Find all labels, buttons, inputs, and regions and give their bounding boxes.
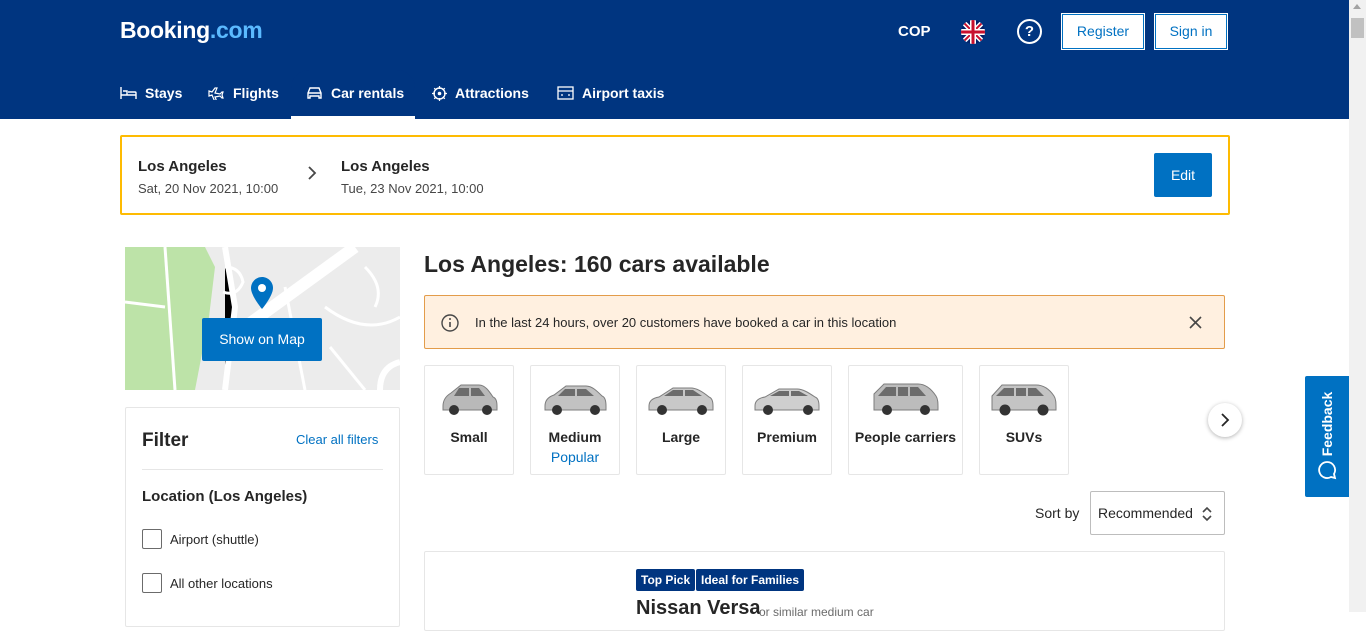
nav-active-indicator xyxy=(291,116,415,119)
help-icon[interactable]: ? xyxy=(1017,19,1042,44)
close-icon[interactable] xyxy=(1189,316,1202,329)
medium-car-icon xyxy=(544,385,607,415)
sign-in-button[interactable]: Sign in xyxy=(1155,14,1227,49)
car-similar-text: or similar medium car xyxy=(759,605,874,619)
category-medium[interactable]: Medium Popular xyxy=(530,365,620,475)
location-filter-heading: Location (Los Angeles) xyxy=(142,488,308,505)
nav-stays[interactable]: Stays xyxy=(120,80,182,106)
feedback-tab[interactable]: Feedback xyxy=(1305,376,1349,497)
category-premium[interactable]: Premium xyxy=(742,365,832,475)
pickup-date: Sat, 20 Nov 2021, 10:00 xyxy=(138,181,279,196)
suv-icon xyxy=(991,384,1057,416)
nav-car-rentals[interactable]: Car rentals xyxy=(306,80,404,106)
category-small[interactable]: Small xyxy=(424,365,514,475)
edit-search-button[interactable]: Edit xyxy=(1154,153,1212,197)
car-icon xyxy=(307,87,322,99)
bed-icon xyxy=(120,87,137,99)
register-button[interactable]: Register xyxy=(1062,14,1144,49)
checkbox[interactable] xyxy=(142,529,162,549)
info-icon xyxy=(441,314,459,332)
currency-selector[interactable]: COP xyxy=(898,23,931,40)
nav-flights[interactable]: Flights xyxy=(208,80,279,106)
category-people-carriers[interactable]: People carriers xyxy=(848,365,963,475)
category-suvs[interactable]: SUVs xyxy=(979,365,1069,475)
taxi-icon xyxy=(557,86,574,100)
badge-ideal-families: Ideal for Families xyxy=(696,569,805,591)
sort-select[interactable]: Recommended xyxy=(1090,491,1225,535)
filter-option-airport[interactable]: Airport (shuttle) xyxy=(142,529,259,549)
map-preview[interactable]: Show on Map xyxy=(125,247,400,390)
booking-logo[interactable]: Booking.com xyxy=(120,17,263,44)
small-car-icon xyxy=(442,384,498,415)
site-header: Booking.com COP ? Register Sign in Stays… xyxy=(0,0,1366,119)
car-name[interactable]: Nissan Versa xyxy=(636,597,761,620)
scroll-thumb[interactable] xyxy=(1351,18,1364,38)
dropoff-location: Los Angeles xyxy=(341,158,430,175)
checkbox[interactable] xyxy=(142,573,162,593)
filter-option-other[interactable]: All other locations xyxy=(142,573,273,593)
notice-text: In the last 24 hours, over 20 customers … xyxy=(475,315,897,330)
show-on-map-button[interactable]: Show on Map xyxy=(202,318,322,361)
language-flag-icon[interactable] xyxy=(961,20,985,44)
dropoff-date: Tue, 23 Nov 2021, 10:00 xyxy=(341,181,484,196)
result-card[interactable]: Top Pick Ideal for Families Nissan Versa… xyxy=(424,551,1225,631)
divider xyxy=(142,469,383,470)
clear-filters-link[interactable]: Clear all filters xyxy=(296,432,378,447)
booking-notice: In the last 24 hours, over 20 customers … xyxy=(424,295,1225,349)
chat-bubble-icon xyxy=(1318,461,1337,480)
search-summary: Los Angeles Sat, 20 Nov 2021, 10:00 Los … xyxy=(120,135,1230,215)
popular-tag: Popular xyxy=(550,449,600,465)
premium-car-icon xyxy=(754,388,820,415)
filter-title: Filter xyxy=(142,430,189,451)
chevron-right-icon xyxy=(308,166,317,180)
filter-panel: Filter Clear all filters Location (Los A… xyxy=(125,407,400,627)
scroll-up-arrow-icon[interactable] xyxy=(1353,4,1361,9)
location-pin-icon xyxy=(251,277,273,309)
select-arrows-icon xyxy=(1202,506,1212,522)
sort-label: Sort by xyxy=(1035,505,1080,521)
category-large[interactable]: Large xyxy=(636,365,726,475)
page-scrollbar[interactable] xyxy=(1349,0,1366,612)
people-carrier-icon xyxy=(873,383,938,415)
plane-icon xyxy=(208,87,224,100)
next-categories-button[interactable] xyxy=(1208,403,1242,437)
nav-attractions[interactable]: Attractions xyxy=(432,80,529,106)
pickup-location: Los Angeles xyxy=(138,158,227,175)
results-title: Los Angeles: 160 cars available xyxy=(424,251,770,277)
nav-airport-taxis[interactable]: Airport taxis xyxy=(557,80,664,106)
badge-top-pick: Top Pick xyxy=(636,569,696,591)
attractions-icon xyxy=(432,85,447,101)
large-car-icon xyxy=(648,387,714,415)
chevron-right-icon xyxy=(1221,413,1230,427)
